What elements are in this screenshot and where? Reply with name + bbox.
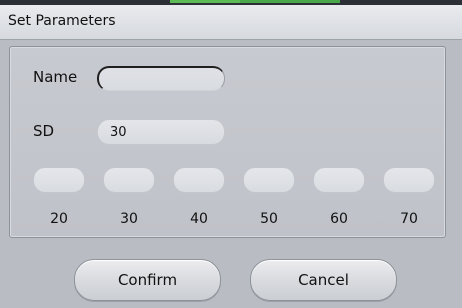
slot-label: 50	[260, 211, 278, 227]
confirm-button[interactable]: Confirm	[74, 259, 221, 301]
slot-label: 30	[120, 211, 138, 227]
value-slot-60[interactable]	[313, 167, 365, 193]
sd-input[interactable]: 30	[97, 119, 225, 145]
value-slot-50[interactable]	[243, 167, 295, 193]
dialog-title: Set Parameters	[8, 13, 116, 29]
top-strip-accent	[170, 0, 240, 3]
dialog-titlebar: Set Parameters	[0, 5, 462, 40]
slot-label: 40	[190, 211, 208, 227]
value-slot-20[interactable]	[33, 167, 85, 193]
slot-label: 20	[50, 211, 68, 227]
top-strip-accent	[240, 0, 340, 3]
value-slot-30[interactable]	[103, 167, 155, 193]
sd-value: 30	[110, 125, 127, 140]
value-slot-40[interactable]	[173, 167, 225, 193]
slot-label: 60	[330, 211, 348, 227]
sd-label: SD	[33, 122, 55, 140]
slot-label: 70	[400, 211, 418, 227]
cancel-button[interactable]: Cancel	[250, 259, 397, 301]
name-input[interactable]	[97, 66, 225, 91]
name-label: Name	[33, 68, 78, 86]
value-slot-70[interactable]	[383, 167, 435, 193]
